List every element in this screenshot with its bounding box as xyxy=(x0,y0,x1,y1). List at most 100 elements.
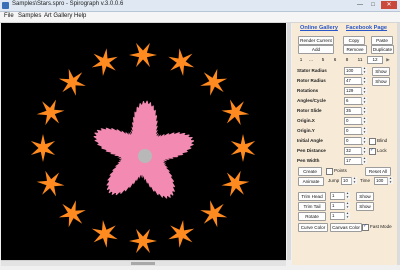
trim-head-show-button[interactable]: Show xyxy=(356,192,374,201)
rotate-spinner[interactable]: ▴ ▾ xyxy=(344,211,350,219)
menu-file[interactable]: File xyxy=(4,13,14,19)
blind-checkbox[interactable] xyxy=(369,138,376,145)
time-label: Time xyxy=(360,178,371,183)
star-shape xyxy=(129,42,157,68)
origin-x-label: Origin.X xyxy=(297,118,315,123)
trim-head-spinner[interactable]: ▴ ▾ xyxy=(344,191,350,199)
menu-art-gallery[interactable]: Art Gallery xyxy=(44,13,72,19)
origin-x-spinner[interactable]: ▴ ▾ xyxy=(361,116,367,124)
rotate-input[interactable]: 1 xyxy=(330,212,345,220)
lock-label: Lock xyxy=(377,148,387,153)
create-button[interactable]: Create xyxy=(298,167,322,176)
star-shape xyxy=(36,170,65,197)
star-shape xyxy=(58,68,86,96)
curve-color-button[interactable]: Curve Color xyxy=(298,223,328,232)
render-current-button[interactable]: Render Current xyxy=(298,36,334,45)
star-shape xyxy=(91,220,118,248)
star-shape xyxy=(200,68,228,96)
tab-5[interactable]: 5 xyxy=(319,56,327,64)
pen-distance-spinner[interactable]: ▴ ▾ xyxy=(361,146,367,154)
rotations-spinner[interactable]: ▴ ▾ xyxy=(361,86,367,94)
duplicate-button[interactable]: Duplicate xyxy=(371,45,394,54)
window-title: Samples\Stars.spro - Spirograph v.3.0.0.… xyxy=(12,1,124,7)
pen-distance-label: Pen Distance xyxy=(297,148,326,153)
curve-tabs: 1 ... 5 6 8 11 12 ▶ xyxy=(297,56,393,64)
origin-y-spinner[interactable]: ▴ ▾ xyxy=(361,126,367,134)
menu-bar: File Samples Art Gallery Help xyxy=(0,12,400,23)
animate-button[interactable]: Animate xyxy=(298,177,324,186)
angles-cycle-spinner[interactable]: ▴ ▾ xyxy=(361,96,367,104)
trim-head-button[interactable]: Trim Head xyxy=(298,192,326,201)
angles-cycle-label: Angles/Cycle xyxy=(297,98,326,103)
lock-checkbox[interactable] xyxy=(369,147,376,155)
star-shape xyxy=(36,99,65,126)
tab-11[interactable]: 11 xyxy=(355,56,365,64)
time-spinner[interactable]: ▴ ▾ xyxy=(387,176,393,184)
star-shape xyxy=(168,220,195,248)
trim-head-input[interactable]: 1 xyxy=(330,192,345,200)
star-shape xyxy=(221,170,250,197)
jump-label: Jump xyxy=(328,178,340,183)
scroll-thumb[interactable] xyxy=(131,262,155,265)
canvas-color-button[interactable]: Canvas Color xyxy=(330,223,362,232)
initial-angle-spinner[interactable]: ▴ ▾ xyxy=(361,136,367,144)
initial-angle-label: Initial Angle xyxy=(297,138,323,143)
online-gallery-link[interactable]: Online Gallery xyxy=(300,25,338,31)
stator-radius-label: Stator Radius xyxy=(297,68,327,73)
canvas-splitter[interactable] xyxy=(287,23,291,260)
menu-help[interactable]: Help xyxy=(74,13,86,19)
facebook-page-link[interactable]: Facebook Page xyxy=(346,25,387,31)
rotate-button[interactable]: Rotate xyxy=(298,212,326,221)
star-shape xyxy=(230,134,256,162)
stator-radius-spinner[interactable]: ▴ ▾ xyxy=(361,66,367,74)
drawing-canvas[interactable] xyxy=(1,23,286,260)
tab-8[interactable]: 8 xyxy=(343,56,351,64)
copy-button[interactable]: Copy xyxy=(343,36,365,45)
tab-12[interactable]: 12 xyxy=(367,56,383,64)
jump-spinner[interactable]: ▴ ▾ xyxy=(351,176,357,184)
points-checkbox[interactable] xyxy=(326,168,333,175)
points-label: Points xyxy=(334,168,347,173)
star-shape xyxy=(30,134,56,162)
star-shape xyxy=(91,48,118,76)
remove-button[interactable]: Remove xyxy=(343,45,367,54)
tab-next-arrow[interactable]: ▶ xyxy=(384,56,392,64)
stator-show-button[interactable]: Show xyxy=(372,67,390,76)
rotor-slide-label: Rotor Slide xyxy=(297,108,322,113)
trim-tail-spinner[interactable]: ▴ ▾ xyxy=(344,201,350,209)
rotor-show-button[interactable]: Show xyxy=(372,77,390,86)
tab-ellipsis[interactable]: ... xyxy=(307,56,315,64)
time-input[interactable]: 100 xyxy=(374,177,388,185)
star-shape xyxy=(200,200,228,228)
title-bar: Samples\Stars.spro - Spirograph v.3.0.0.… xyxy=(0,0,400,12)
spirograph-drawing xyxy=(30,42,256,254)
pen-width-label: Pen Width xyxy=(297,158,320,163)
star-shape xyxy=(58,200,86,228)
close-button[interactable]: ✕ xyxy=(381,1,397,9)
center-circle xyxy=(138,149,152,163)
trim-tail-show-button[interactable]: Show xyxy=(356,202,374,211)
add-button[interactable]: Add xyxy=(298,45,334,54)
blind-label: Blind xyxy=(377,138,388,143)
star-shape xyxy=(129,228,157,254)
tab-6[interactable]: 6 xyxy=(331,56,339,64)
menu-samples[interactable]: Samples xyxy=(18,13,41,19)
trim-tail-input[interactable]: 1 xyxy=(330,202,345,210)
fast-mode-label: Fast Mode xyxy=(370,224,392,229)
app-icon xyxy=(2,2,9,9)
reset-all-button[interactable]: Reset All xyxy=(365,167,391,176)
paste-button[interactable]: Paste xyxy=(371,36,393,45)
fast-mode-checkbox[interactable] xyxy=(362,223,369,231)
tab-1[interactable]: 1 xyxy=(297,56,305,64)
pen-width-spinner[interactable]: ▴ ▾ xyxy=(361,156,367,164)
rotations-label: Rotations xyxy=(297,88,319,93)
origin-y-label: Origin.Y xyxy=(297,128,315,133)
trim-tail-button[interactable]: Trim Tail xyxy=(298,202,326,211)
rotor-slide-spinner[interactable]: ▴ ▾ xyxy=(361,106,367,114)
star-shape xyxy=(221,99,250,126)
rotor-radius-spinner[interactable]: ▴ ▾ xyxy=(361,76,367,84)
star-shape xyxy=(168,48,195,76)
minimize-button[interactable]: — xyxy=(354,1,366,9)
maximize-button[interactable]: □ xyxy=(367,1,379,9)
horizontal-scrollbar[interactable] xyxy=(1,260,286,266)
